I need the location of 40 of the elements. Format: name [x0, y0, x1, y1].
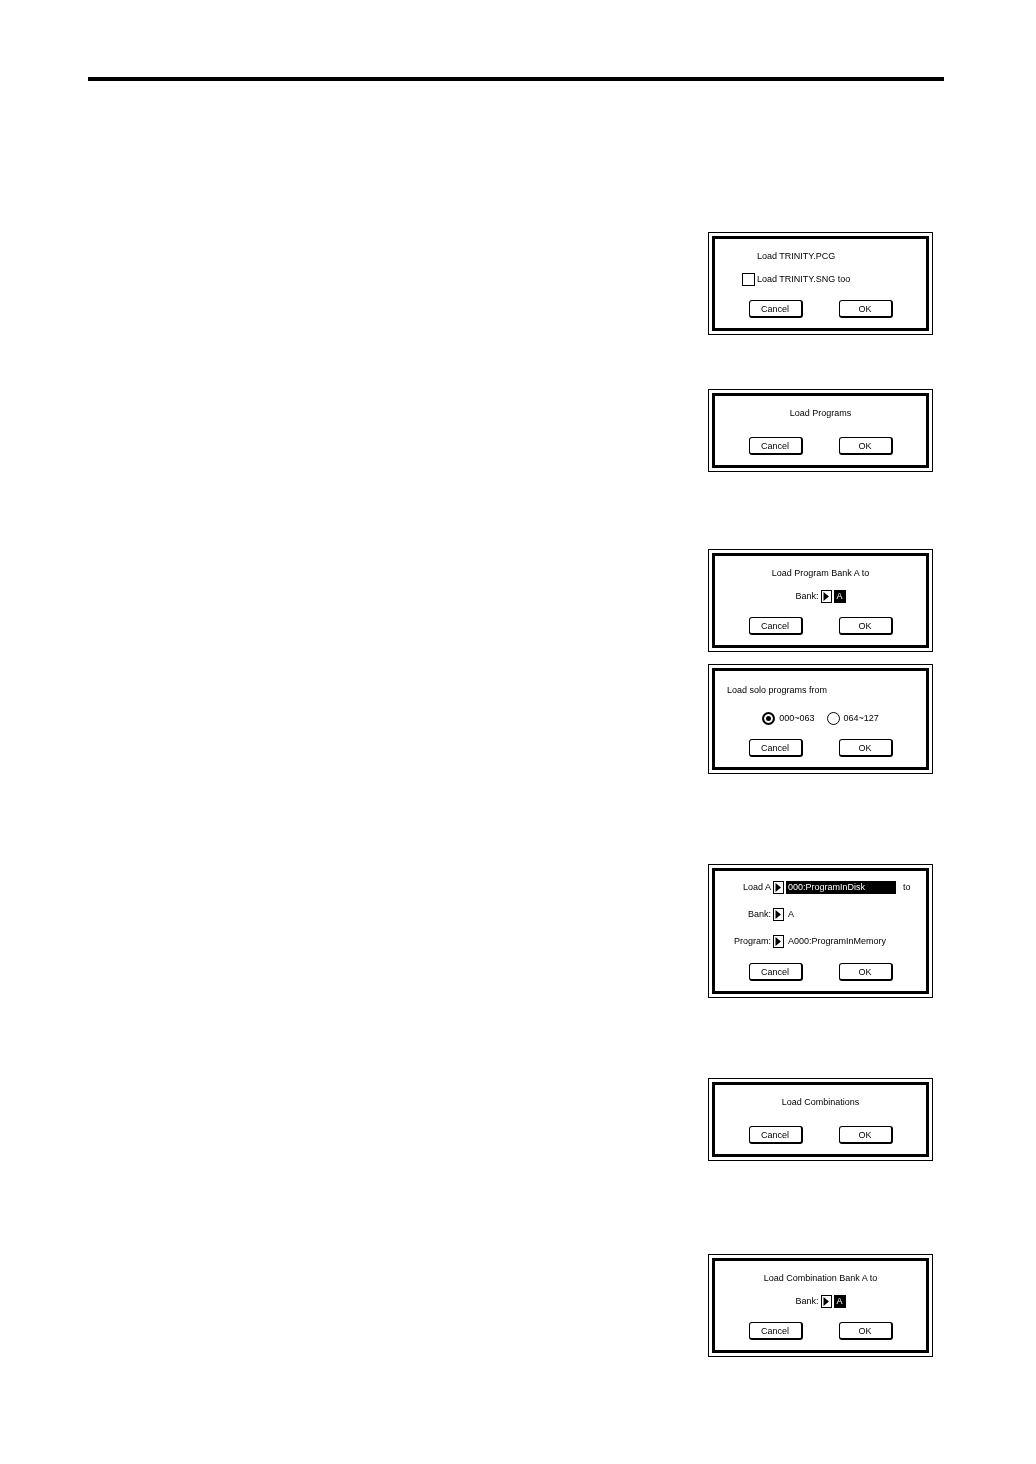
cancel-button[interactable]: Cancel — [748, 1126, 803, 1144]
triangle-icon[interactable] — [820, 589, 832, 603]
ok-button[interactable]: OK — [838, 1322, 893, 1340]
cancel-button[interactable]: Cancel — [748, 617, 803, 635]
radio-button[interactable] — [826, 711, 840, 725]
field-value[interactable]: 000:ProgramInDisk — [786, 880, 896, 894]
cancel-button[interactable]: Cancel — [748, 1322, 803, 1340]
dialog-title: Load Combination Bank A to — [763, 1272, 878, 1284]
dialog-title: Load Programs — [789, 407, 852, 419]
cancel-button[interactable]: Cancel — [748, 963, 803, 981]
radio-label: 064~127 — [843, 712, 879, 724]
triangle-icon[interactable] — [773, 934, 784, 948]
ok-button[interactable]: OK — [838, 300, 893, 318]
ok-button[interactable]: OK — [838, 963, 893, 981]
dialog-title: Load TRINITY.PCG — [757, 250, 836, 262]
cancel-button[interactable]: Cancel — [748, 739, 803, 757]
cancel-button[interactable]: Cancel — [748, 300, 803, 318]
triangle-icon[interactable] — [773, 880, 784, 894]
field-suffix: to — [903, 881, 911, 893]
field-label: Program: — [733, 935, 771, 947]
ok-button[interactable]: OK — [838, 437, 893, 455]
dialog-title: Load Combinations — [781, 1096, 860, 1108]
field-label: Bank: — [795, 590, 819, 602]
triangle-icon[interactable] — [773, 907, 784, 921]
checkbox-label: Load TRINITY.SNG too — [757, 273, 851, 285]
field-value[interactable]: A — [833, 1294, 846, 1308]
field-label: Bank: — [747, 908, 771, 920]
field-label: Bank: — [795, 1295, 819, 1307]
ok-button[interactable]: OK — [838, 617, 893, 635]
triangle-icon[interactable] — [820, 1294, 832, 1308]
ok-button[interactable]: OK — [838, 1126, 893, 1144]
cancel-button[interactable]: Cancel — [748, 437, 803, 455]
field-value[interactable]: A — [833, 589, 846, 603]
dialog-title: Load Program Bank A to — [771, 567, 870, 579]
ok-button[interactable]: OK — [838, 739, 893, 757]
radio-label: 000~063 — [779, 712, 815, 724]
radio-button[interactable] — [762, 711, 776, 725]
field-label: Load A — [741, 881, 771, 893]
checkbox[interactable] — [742, 272, 755, 286]
dialog-title: Load solo programs from — [727, 684, 828, 696]
